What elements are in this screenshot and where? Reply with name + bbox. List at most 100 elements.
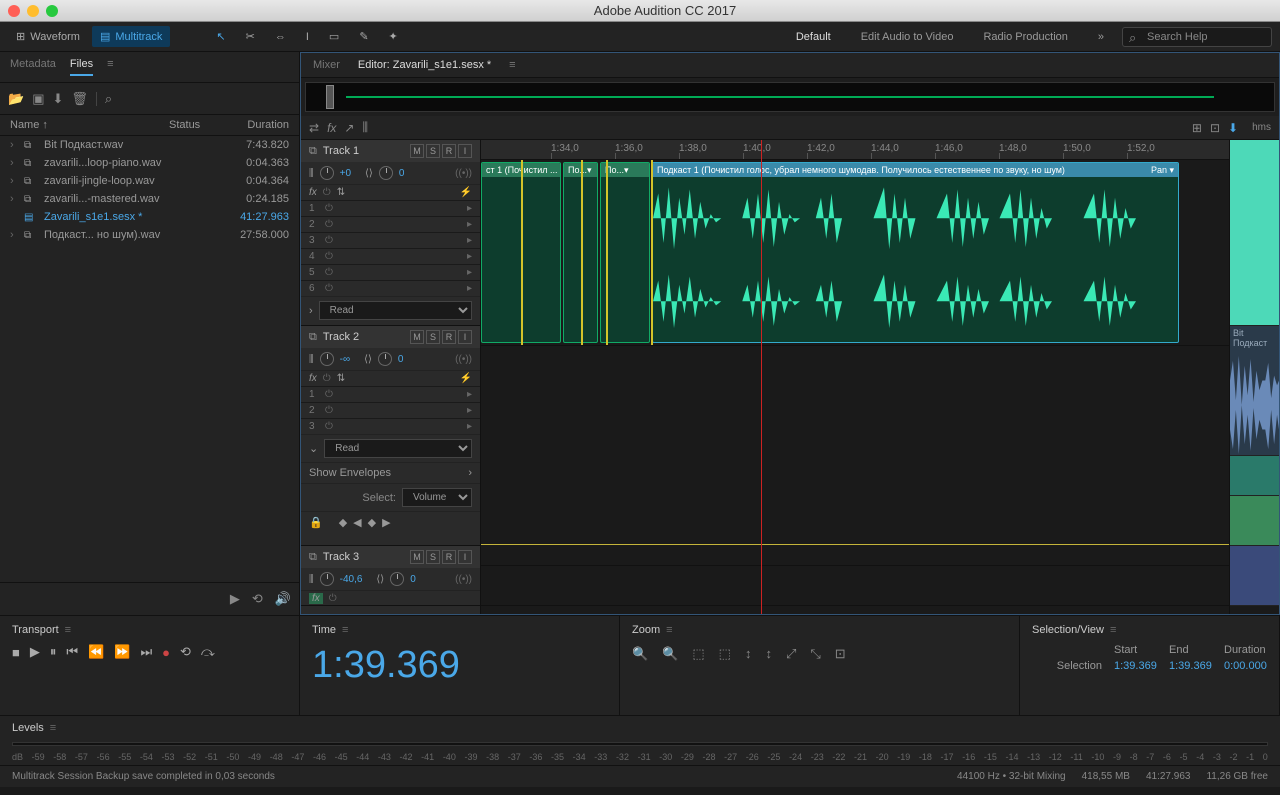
eq-icon[interactable]: ⫼ (362, 120, 368, 135)
track-color-1[interactable] (1230, 140, 1279, 326)
chevron-down-icon[interactable]: ⌄ (309, 442, 318, 455)
mute-button[interactable]: M (410, 330, 424, 344)
search-help-input[interactable]: Search Help (1122, 27, 1272, 47)
forward-button[interactable]: ⏩ (114, 644, 130, 660)
tool-slip-icon[interactable]: ⇔ (267, 27, 294, 47)
autoplay-icon[interactable]: 🔊 (275, 591, 291, 607)
tool-heal-icon[interactable]: ✦ (381, 26, 406, 47)
ripple-icon[interactable]: ⊡ (1210, 121, 1220, 135)
zoom-full-icon[interactable]: ⬚ (692, 646, 704, 662)
workspace-more-icon[interactable]: » (1084, 25, 1118, 49)
rewind-button[interactable]: ⏪ (88, 644, 104, 660)
volume-envelope[interactable] (481, 544, 1229, 545)
workspace-default[interactable]: Default (782, 25, 845, 49)
zoom-sel-icon[interactable]: ⬚ (719, 646, 731, 662)
envelope-select[interactable]: Volume (402, 488, 472, 507)
selection-duration[interactable]: 0:00.000 (1224, 660, 1267, 672)
prev-keyframe-icon[interactable]: ◀ (353, 516, 361, 529)
multitrack-tab[interactable]: ▤ Multitrack (92, 26, 170, 47)
track-color-2b[interactable] (1230, 496, 1279, 546)
fx-slot[interactable]: 2⏻▸ (301, 402, 480, 418)
pan-value[interactable]: 0 (410, 574, 416, 585)
monitor-button[interactable]: I (458, 550, 472, 564)
automation-mode-select[interactable]: Read (324, 439, 472, 458)
marker-line[interactable] (606, 160, 608, 345)
go-end-button[interactable]: ⏭ (140, 644, 152, 660)
volume-value[interactable]: -40,6 (340, 574, 363, 585)
file-row[interactable]: ▤Zavarili_s1e1.sesx *41:27.963 (0, 208, 299, 226)
zoom-in-v-icon[interactable]: ↕ (745, 646, 752, 662)
ruler-unit[interactable]: hms (1252, 122, 1271, 133)
time-ruler[interactable]: /* ticks rendered below */ 1:34,01:36,01… (481, 140, 1229, 160)
overview-viewport[interactable] (326, 85, 334, 109)
track-lane-2[interactable] (481, 346, 1229, 566)
pan-knob[interactable] (378, 352, 392, 366)
file-row[interactable]: ›⧉Bit Подкаст.wav7:43.820 (0, 136, 299, 154)
file-search-input[interactable] (120, 89, 305, 108)
fx-slot[interactable]: 6⏻▸ (301, 280, 480, 296)
pause-button[interactable]: ⏸ (50, 644, 57, 660)
marker-line[interactable] (581, 160, 583, 345)
play-icon[interactable]: ▶ (230, 591, 240, 607)
fx-edit-icon[interactable]: ⇅ (337, 187, 345, 198)
zoom-out-v-icon[interactable]: ↕ (765, 646, 772, 662)
record-icon[interactable]: ▣ (32, 91, 44, 107)
workspace-radio[interactable]: Radio Production (969, 25, 1081, 49)
lock-icon[interactable]: 🔒 (309, 516, 323, 529)
fx-slot[interactable]: 3⏻▸ (301, 232, 480, 248)
fx-slot[interactable]: 3⏻▸ (301, 418, 480, 434)
track-color-3[interactable] (1230, 546, 1279, 606)
playhead[interactable] (761, 140, 762, 614)
clip-pan-label[interactable]: Pan ▾ (1151, 165, 1174, 176)
file-row[interactable]: ›⧉zavarili-jingle-loop.wav0:04.364 (0, 172, 299, 190)
tool-brush-icon[interactable]: ✎ (351, 26, 376, 47)
audio-clip[interactable]: Подкаст 1 (Почистил голос, убрал немного… (652, 162, 1179, 343)
track-lane-3[interactable] (481, 566, 1229, 606)
close-icon[interactable] (8, 5, 20, 17)
pan-value[interactable]: 0 (399, 168, 405, 179)
insert-icon[interactable]: ⬇ (52, 91, 63, 107)
time-display[interactable]: 1:39.369 (312, 644, 607, 687)
record-button[interactable]: ● (162, 645, 170, 660)
zoom-out-h-icon[interactable]: 🔍 (662, 646, 678, 662)
fx-slot[interactable]: 5⏻▸ (301, 264, 480, 280)
playhead-icon[interactable]: ⬇ (1228, 121, 1238, 135)
volume-value[interactable]: -∞ (340, 354, 350, 365)
snap-icon[interactable]: ⊞ (1192, 121, 1202, 135)
next-keyframe-icon[interactable]: ▶ (382, 516, 390, 529)
volume-value[interactable]: +0 (340, 168, 351, 179)
volume-knob[interactable] (320, 572, 334, 586)
stop-button[interactable]: ■ (12, 645, 20, 660)
minimize-icon[interactable] (27, 5, 39, 17)
open-folder-icon[interactable]: 📂 (8, 91, 24, 107)
workspace-edit-video[interactable]: Edit Audio to Video (847, 25, 968, 49)
fx-slot[interactable]: 2⏻▸ (301, 216, 480, 232)
zoom-in-h-icon[interactable]: 🔍 (632, 646, 648, 662)
selection-end[interactable]: 1:39.369 (1169, 660, 1212, 672)
loop-button[interactable]: ⟲ (180, 644, 191, 660)
pan-knob[interactable] (390, 572, 404, 586)
trash-icon[interactable]: 🗑 (71, 91, 88, 107)
mute-button[interactable]: M (410, 144, 424, 158)
fx-slot[interactable]: 1⏻▸ (301, 386, 480, 402)
tracks-view[interactable]: /* ticks rendered below */ 1:34,01:36,01… (481, 140, 1229, 614)
show-envelopes-row[interactable]: Show Envelopes› (301, 462, 480, 483)
tool-move-icon[interactable]: ↖ (208, 26, 233, 47)
marker-line[interactable] (651, 160, 653, 345)
solo-button[interactable]: S (426, 330, 440, 344)
pan-knob[interactable] (379, 166, 393, 180)
solo-button[interactable]: S (426, 550, 440, 564)
skip-button[interactable]: ⤼ (201, 644, 215, 660)
track-name[interactable]: Track 2 (323, 331, 404, 343)
zoom-in-point-icon[interactable]: ⤢ (786, 646, 796, 662)
tab-editor[interactable]: Editor: Zavarili_s1e1.sesx * (358, 59, 491, 71)
zoom-out-point-icon[interactable]: ⤡ (810, 646, 820, 662)
chevron-down-icon[interactable]: › (309, 305, 313, 317)
send-icon[interactable]: ↗ (344, 121, 354, 135)
go-start-button[interactable]: ⏮ (66, 644, 78, 660)
side-clip-preview[interactable]: Bit Подкаст (1230, 326, 1279, 456)
automation-mode-select[interactable]: Read (319, 301, 472, 320)
fx-slot[interactable]: 1⏻▸ (301, 200, 480, 216)
fx-icon[interactable]: fx (327, 121, 336, 135)
zoom-reset-icon[interactable]: ⊡ (835, 646, 846, 662)
